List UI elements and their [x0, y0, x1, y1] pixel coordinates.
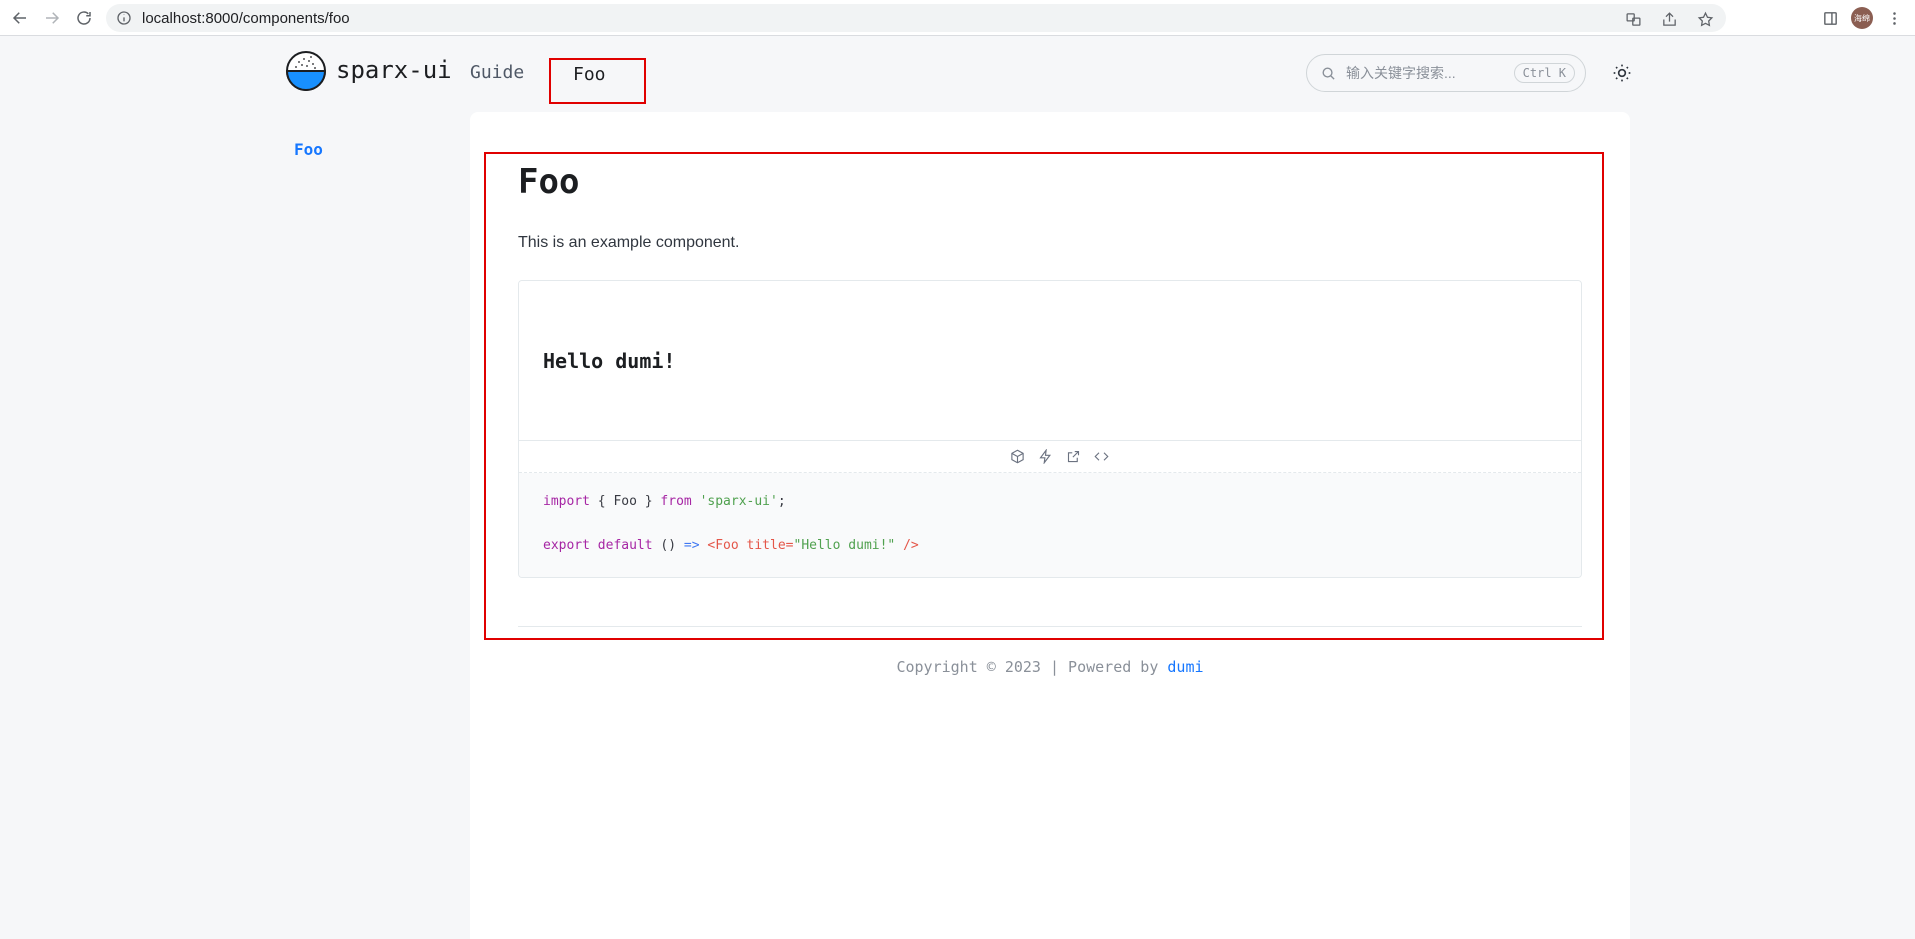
code-block: import { Foo } from 'sparx-ui'; export d…	[519, 473, 1581, 577]
code-token: export	[543, 538, 590, 553]
footer-text: Copyright © 2023 | Powered by	[896, 658, 1159, 676]
codesandbox-icon[interactable]	[1008, 448, 1026, 466]
demo-preview: Hello dumi!	[519, 281, 1581, 441]
code-line: export default () => <Foo title="Hello d…	[543, 537, 1557, 577]
nav-foo[interactable]: Foo	[549, 58, 646, 104]
code-token: { Foo }	[597, 494, 653, 509]
code-line: import { Foo } from 'sparx-ui';	[543, 493, 1557, 537]
code-token: default	[597, 538, 653, 553]
code-token: title=	[746, 538, 794, 553]
page-title: Foo	[518, 162, 580, 202]
code-token: import	[543, 494, 590, 509]
code-token: 'sparx-ui'	[699, 494, 778, 509]
divider	[518, 626, 1582, 627]
demo-heading: Hello dumi!	[543, 349, 676, 373]
code-token: ;	[777, 494, 786, 509]
code-token: ()	[660, 538, 677, 553]
forward-button[interactable]	[36, 2, 68, 34]
demo-actions	[519, 441, 1581, 473]
arrow-right-icon	[46, 12, 60, 24]
stackblitz-lightning-icon[interactable]	[1036, 448, 1054, 466]
code-token: <Foo	[707, 538, 739, 553]
footer: Copyright © 2023 | Powered by dumi	[470, 658, 1630, 676]
sidebar-item-foo[interactable]: Foo	[294, 140, 323, 159]
avatar[interactable]: 海绵	[1851, 7, 1873, 29]
arrow-left-icon	[12, 12, 26, 24]
reload-button[interactable]	[68, 2, 100, 34]
share-icon[interactable]	[1658, 8, 1680, 30]
search-icon	[1322, 67, 1335, 80]
code-token: =>	[683, 538, 700, 553]
code-toggle-icon[interactable]	[1092, 448, 1110, 466]
code-token: />	[903, 538, 919, 553]
search-box[interactable]: 输入关键字搜索... Ctrl K	[1306, 54, 1586, 92]
code-token: "Hello dumi!"	[793, 538, 896, 553]
search-shortcut-badge: Ctrl K	[1513, 63, 1575, 83]
site-header: sparx-ui Guide Foo 输入关键字搜索... Ctrl K	[0, 36, 1915, 112]
translate-icon[interactable]	[1622, 8, 1644, 30]
back-button[interactable]	[4, 2, 36, 34]
nav-guide[interactable]: Guide	[470, 62, 524, 83]
side-panel-icon[interactable]	[1819, 7, 1841, 29]
logo-rice-bowl-icon[interactable]	[285, 50, 327, 92]
address-bar[interactable]: localhost:8000/components/foo	[106, 4, 1726, 32]
demo-block: Hello dumi! import { Foo } from 'sparx-u…	[518, 280, 1582, 578]
page-description: This is an example component.	[518, 234, 740, 251]
code-token: from	[660, 494, 692, 509]
browser-toolbar: localhost:8000/components/foo 海绵	[0, 0, 1915, 36]
reload-icon	[77, 11, 91, 25]
info-icon	[117, 11, 131, 25]
more-menu-icon[interactable]	[1883, 7, 1905, 29]
url-text: localhost:8000/components/foo	[142, 9, 350, 27]
brand-name[interactable]: sparx-ui	[336, 56, 452, 84]
search-input[interactable]: 输入关键字搜索...	[1346, 63, 1514, 83]
bookmark-star-icon[interactable]	[1694, 8, 1716, 30]
sun-icon[interactable]	[1612, 63, 1632, 83]
open-external-icon[interactable]	[1064, 448, 1082, 466]
footer-link-dumi[interactable]: dumi	[1167, 658, 1203, 676]
